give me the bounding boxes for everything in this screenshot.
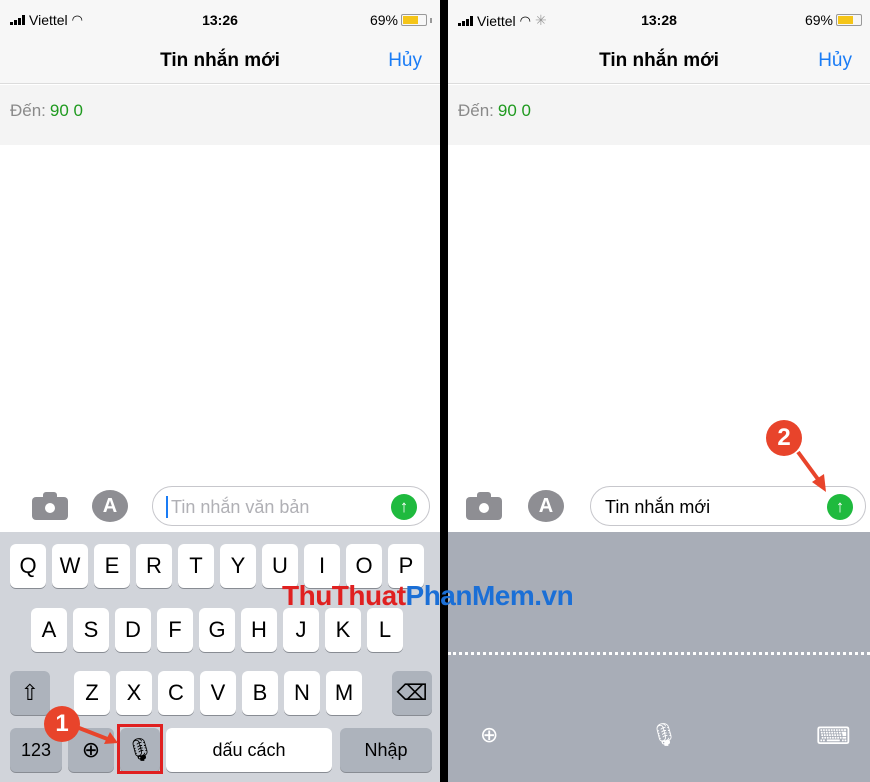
key-n[interactable]: N <box>284 671 320 715</box>
navigation-bar: Tin nhắn mới Hủy <box>0 40 440 84</box>
navigation-bar: Tin nhắn mới Hủy <box>448 40 870 84</box>
space-key[interactable]: dấu cách <box>166 728 332 772</box>
page-title: Tin nhắn mới <box>160 50 280 71</box>
key-c[interactable]: C <box>158 671 194 715</box>
key-q[interactable]: Q <box>10 544 46 588</box>
key-r[interactable]: R <box>136 544 172 588</box>
key-k[interactable]: K <box>325 608 361 652</box>
watermark: ThuThuatPhanMem.vn <box>282 580 574 611</box>
key-h[interactable]: H <box>241 608 277 652</box>
keyboard-icon[interactable]: ⌨ <box>816 722 851 751</box>
key-m[interactable]: M <box>326 671 362 715</box>
recipient-label: Đến: <box>458 101 494 120</box>
right-screen: Viettel ◠ ✳ 13:28 69% Tin nhắn mới Hủy Đ… <box>448 0 870 782</box>
key-s[interactable]: S <box>73 608 109 652</box>
key-g[interactable]: G <box>199 608 235 652</box>
key-j[interactable]: J <box>283 608 319 652</box>
mic-highlight-box <box>117 724 163 774</box>
key-l[interactable]: L <box>367 608 403 652</box>
panel-divider <box>440 0 448 782</box>
shift-key[interactable]: ⇧ <box>10 671 50 715</box>
dictation-panel: ⊕ 🎙 ⌨ <box>448 532 870 782</box>
key-y[interactable]: Y <box>220 544 256 588</box>
message-placeholder: Tin nhắn văn bản <box>171 497 310 517</box>
cancel-button[interactable]: Hủy <box>818 50 852 72</box>
recipient-value: 90 0 <box>49 101 84 120</box>
key-d[interactable]: D <box>115 608 151 652</box>
key-z[interactable]: Z <box>74 671 110 715</box>
text-caret <box>166 496 168 518</box>
microphone-off-icon[interactable]: 🎙 <box>650 722 678 748</box>
message-text: Tin nhắn mới <box>605 497 711 517</box>
battery-icon <box>836 14 862 26</box>
send-button[interactable]: ↑ <box>827 494 853 520</box>
cancel-button[interactable]: Hủy <box>388 50 422 72</box>
message-input[interactable]: Tin nhắn văn bản ↑ <box>152 486 430 526</box>
battery-percent: 69% <box>369 12 398 28</box>
return-key[interactable]: Nhập <box>340 728 432 772</box>
status-bar: Viettel ◠ 13:26 69% <box>0 0 440 40</box>
key-e[interactable]: E <box>94 544 130 588</box>
key-a[interactable]: A <box>31 608 67 652</box>
battery-icon <box>401 14 427 26</box>
key-w[interactable]: W <box>52 544 88 588</box>
arrow-to-mic <box>73 724 118 744</box>
battery-indicator: 69% <box>370 12 432 28</box>
globe-icon[interactable]: ⊕ <box>480 722 498 748</box>
dictation-waveform <box>448 652 870 655</box>
battery-indicator: 69% <box>805 12 862 28</box>
left-screen: Viettel ◠ 13:26 69% Tin nhắn mới Hủy Đến… <box>0 0 440 782</box>
page-title: Tin nhắn mới <box>599 50 719 71</box>
camera-icon[interactable] <box>32 492 68 520</box>
key-f[interactable]: F <box>157 608 193 652</box>
recipient-label: Đến: <box>10 101 46 120</box>
key-b[interactable]: B <box>242 671 278 715</box>
send-button[interactable]: ↑ <box>391 494 417 520</box>
keyboard: QWERTYUIOP ASDFGHJKL ZXCVBNM ⇧ ⌫ 123 ⊕ 🎙… <box>0 532 440 782</box>
camera-icon[interactable] <box>466 492 502 520</box>
recipient-field[interactable]: Đến: 90 0 <box>448 85 870 145</box>
status-bar: Viettel ◠ ✳ 13:28 69% <box>448 0 870 40</box>
backspace-key[interactable]: ⌫ <box>392 671 432 715</box>
battery-percent: 69% <box>804 12 833 28</box>
recipient-field[interactable]: Đến: 90 0 <box>0 85 440 145</box>
key-x[interactable]: X <box>116 671 152 715</box>
arrow-to-send <box>796 450 826 492</box>
recipient-value: 90 0 <box>497 101 532 120</box>
app-store-icon[interactable]: A <box>528 490 564 522</box>
app-store-icon[interactable]: A <box>92 490 128 522</box>
key-t[interactable]: T <box>178 544 214 588</box>
message-input-bar: A Tin nhắn văn bản ↑ <box>0 480 440 532</box>
key-v[interactable]: V <box>200 671 236 715</box>
